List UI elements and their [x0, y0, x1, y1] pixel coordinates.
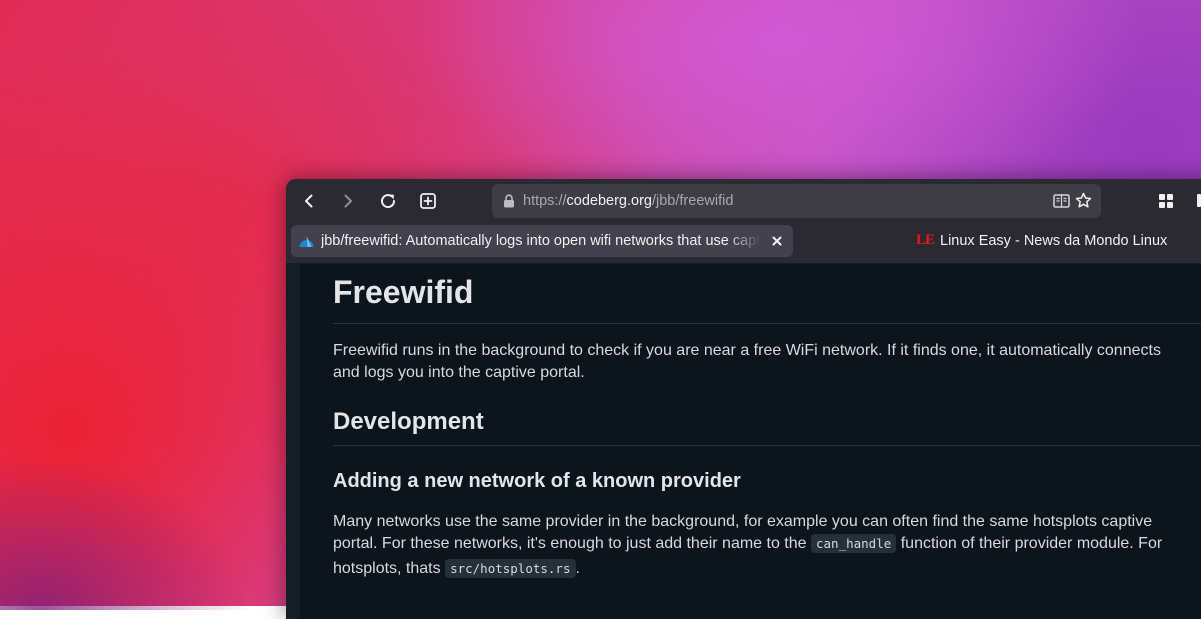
linux-easy-favicon: LE	[916, 232, 935, 248]
intro-line-2: and logs you into the captive portal.	[333, 364, 585, 381]
title-divider	[333, 323, 1201, 324]
subsection-heading: Adding a new network of a known provider	[333, 470, 741, 492]
url-path: /jbb/freewifid	[651, 193, 734, 209]
arrow-right-icon	[344, 194, 352, 208]
forward-button[interactable]	[335, 188, 361, 214]
para-text: function of their provider module. For	[900, 535, 1163, 552]
extensions-button[interactable]	[1153, 188, 1179, 214]
tab-linux-easy[interactable]: Linux Easy - News da Mondo Linux	[940, 225, 1167, 257]
url-text[interactable]: https://codeberg.org/jbb/freewifid	[523, 184, 733, 218]
para-text: .	[575, 560, 580, 577]
url-scheme: https://	[523, 193, 567, 209]
page-title: Freewifid	[333, 274, 474, 310]
section-divider	[333, 445, 1201, 446]
content-gutter	[286, 264, 300, 619]
back-button[interactable]	[296, 188, 322, 214]
tab-title: jbb/freewifid: Automatically logs into o…	[321, 233, 761, 249]
close-tab-icon[interactable]	[772, 236, 782, 246]
codeberg-icon	[299, 236, 314, 247]
new-tab-button[interactable]	[415, 188, 441, 214]
reload-icon	[381, 194, 396, 209]
star-icon[interactable]	[1075, 192, 1092, 209]
inline-code-hotsplots-path: src/hotsplots.rs	[445, 559, 576, 578]
section-heading-development: Development	[333, 408, 484, 435]
para-line-2: portal. For these networks, it's enough …	[333, 533, 1162, 555]
para-line-3: hotsplots, thats src/hotsplots.rs.	[333, 558, 580, 580]
reload-button[interactable]	[375, 188, 401, 214]
para-text: portal. For these networks, it's enough …	[333, 535, 807, 552]
sidebar-toggle-icon[interactable]	[1197, 194, 1201, 207]
url-host: codeberg.org	[566, 193, 652, 209]
grid-icon	[1159, 194, 1173, 208]
para-line-1: Many networks use the same provider in t…	[333, 513, 1153, 530]
page-content: Freewifid Freewifid runs in the backgrou…	[286, 264, 1201, 619]
nav-toolbar: https://codeberg.org/jbb/freewifid	[286, 179, 1201, 223]
reader-view-icon[interactable]	[1053, 193, 1070, 209]
plus-square-icon	[420, 193, 436, 209]
para-text: hotsplots, thats	[333, 560, 441, 577]
lock-icon[interactable]	[503, 194, 515, 208]
inline-code-can-handle: can_handle	[811, 534, 897, 553]
intro-line-1: Freewifid runs in the background to chec…	[333, 342, 1161, 359]
url-bar[interactable]: https://codeberg.org/jbb/freewifid	[492, 184, 1101, 218]
tab-active[interactable]: jbb/freewifid: Automatically logs into o…	[291, 225, 793, 257]
arrow-left-icon	[305, 194, 313, 208]
browser-window: https://codeberg.org/jbb/freewifid jbb/f…	[286, 179, 1201, 619]
